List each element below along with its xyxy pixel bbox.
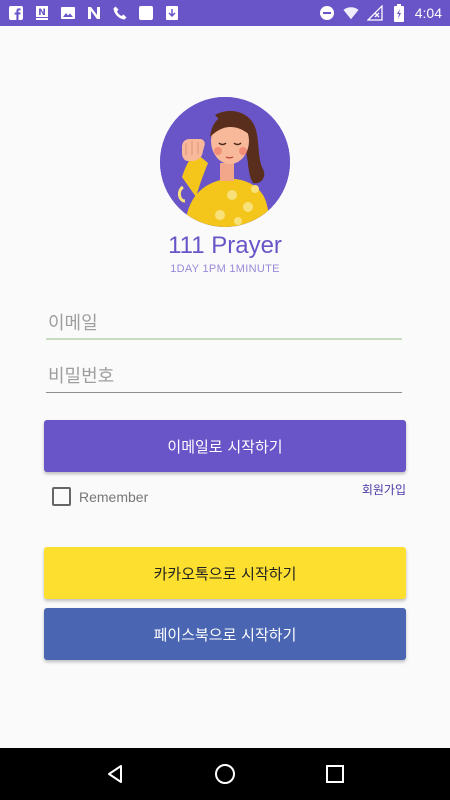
navigation-bar — [0, 748, 450, 800]
system-icons: 4:04 — [319, 4, 442, 22]
password-underline — [46, 392, 402, 393]
download-icon — [164, 5, 180, 21]
email-login-button[interactable]: 이메일로 시작하기 — [44, 420, 406, 472]
remember-checkbox-row[interactable]: Remember — [52, 487, 148, 506]
battery-icon — [391, 4, 407, 22]
praying-woman-avatar — [160, 97, 290, 227]
facebook-icon — [8, 5, 24, 21]
home-icon[interactable] — [205, 754, 245, 794]
email-underline — [46, 338, 402, 340]
app-title: 111 Prayer — [168, 232, 282, 259]
status-bar: N 4:04 — [0, 0, 450, 26]
image-icon — [60, 5, 76, 21]
clock: 4:04 — [414, 5, 442, 21]
signup-link[interactable]: 회원가입 — [362, 481, 406, 498]
wifi-icon — [343, 5, 359, 21]
app-subtitle: 1DAY 1PM 1MINUTE — [170, 263, 280, 275]
remember-checkbox[interactable] — [52, 487, 71, 506]
back-icon[interactable] — [95, 754, 135, 794]
kakao-login-button[interactable]: 카카오톡으로 시작하기 — [44, 547, 406, 599]
square-icon — [138, 5, 154, 21]
email-field[interactable] — [46, 306, 402, 340]
svg-text:N: N — [38, 8, 46, 18]
do-not-disturb-icon — [319, 5, 335, 21]
facebook-login-button[interactable]: 페이스북으로 시작하기 — [44, 608, 406, 660]
no-signal-icon — [366, 5, 383, 21]
password-field[interactable] — [46, 359, 402, 393]
phone-icon — [112, 5, 128, 21]
n-badge-icon: N — [34, 5, 50, 21]
n-logo-icon — [86, 5, 102, 21]
password-field-container — [46, 359, 402, 393]
remember-label: Remember — [79, 488, 149, 505]
recents-icon[interactable] — [315, 754, 355, 794]
notification-icons: N — [8, 5, 180, 21]
email-field-container — [46, 306, 402, 340]
